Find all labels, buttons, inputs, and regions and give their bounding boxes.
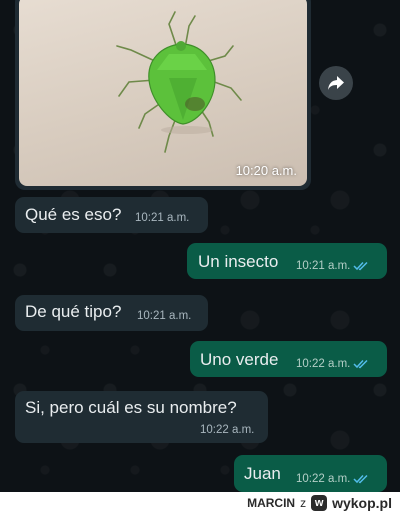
- message-timestamp: 10:22 a.m.: [296, 358, 369, 370]
- insect-photo[interactable]: 10:20 a.m.: [19, 0, 307, 186]
- time-label: 10:22 a.m.: [200, 424, 255, 436]
- time-label: 10:22 a.m.: [296, 358, 351, 370]
- double-check-icon: [353, 359, 368, 369]
- double-check-icon: [353, 474, 368, 484]
- photo-timestamp: 10:20 a.m.: [235, 163, 297, 178]
- message-outgoing[interactable]: Uno verde 10:22 a.m.: [190, 341, 387, 377]
- watermark-site: wykop.pl: [332, 495, 392, 511]
- message-timestamp: 10:21 a.m.: [135, 212, 189, 224]
- watermark-user: MARCIN: [247, 496, 296, 510]
- message-text: Juan: [244, 464, 281, 483]
- message-text: De qué tipo?: [25, 302, 122, 321]
- time-label: 10:22 a.m.: [296, 473, 351, 485]
- image-message[interactable]: 10:20 a.m.: [15, 0, 311, 190]
- forward-icon: [328, 76, 344, 90]
- time-label: 10:21 a.m.: [137, 310, 192, 322]
- watermark-footer: MARCIN z w wykop.pl: [0, 492, 400, 514]
- message-incoming[interactable]: Qué es eso? 10:21 a.m.: [15, 197, 208, 233]
- time-label: 10:21 a.m.: [135, 212, 190, 224]
- wykop-logo-icon: w: [311, 495, 328, 511]
- time-label: 10:21 a.m.: [296, 260, 351, 272]
- message-incoming[interactable]: De qué tipo? 10:21 a.m.: [15, 295, 208, 331]
- message-outgoing[interactable]: Juan 10:22 a.m.: [234, 455, 387, 492]
- message-timestamp: 10:21 a.m.: [137, 310, 191, 322]
- message-timestamp: 10:22 a.m.: [200, 424, 254, 436]
- message-text: Uno verde: [200, 350, 279, 369]
- forward-button[interactable]: [319, 66, 353, 100]
- message-outgoing[interactable]: Un insecto 10:21 a.m.: [187, 243, 387, 279]
- message-text: Qué es eso?: [25, 205, 122, 224]
- message-timestamp: 10:22 a.m.: [296, 473, 369, 485]
- chat-area: 10:20 a.m. Qué es eso? 10:21 a.m. Un ins…: [0, 0, 400, 492]
- green-bug-image: [116, 11, 242, 153]
- message-text: Un insecto: [198, 252, 279, 271]
- message-incoming[interactable]: Si, pero cuál es su nombre? 10:22 a.m.: [15, 391, 268, 443]
- message-timestamp: 10:21 a.m.: [296, 260, 369, 272]
- double-check-icon: [353, 261, 368, 271]
- message-text: Si, pero cuál es su nombre?: [25, 398, 237, 417]
- watermark-connector: z: [300, 496, 307, 510]
